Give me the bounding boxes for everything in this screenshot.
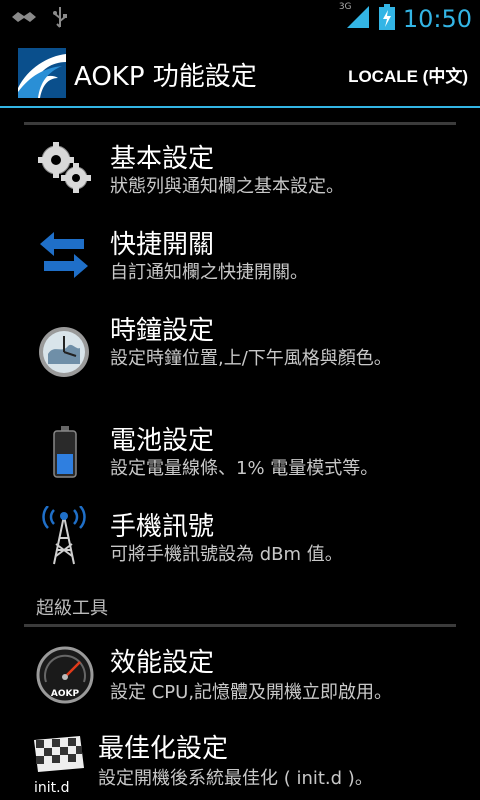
status-bar: 3G 10:50 bbox=[0, 0, 480, 38]
item-title: 電池設定 bbox=[110, 426, 215, 456]
item-title: 基本設定 bbox=[110, 144, 215, 174]
item-summary: 設定 CPU,記憶體及開機立即啟用。 bbox=[110, 682, 393, 703]
speedometer-icon: AOKP bbox=[36, 646, 94, 704]
aokp-wave-logo-icon[interactable] bbox=[18, 48, 66, 98]
item-title: 效能設定 bbox=[110, 648, 215, 678]
toggle-arrows-icon bbox=[36, 226, 92, 282]
setting-item-optimization[interactable]: init.d 最佳化設定 設定開機後系統最佳化 ( init.d )。 bbox=[0, 724, 480, 800]
item-summary: 可將手機訊號設為 dBm 值。 bbox=[110, 544, 343, 565]
section-header-super-tools: 超級工具 bbox=[36, 598, 108, 619]
app-title: AOKP 功能設定 bbox=[74, 62, 257, 92]
clock: 10:50 bbox=[402, 5, 472, 33]
section-divider bbox=[24, 624, 456, 627]
setting-item-toggles[interactable]: 快捷開關 自訂通知欄之快捷開關。 bbox=[0, 220, 480, 300]
setting-item-signal[interactable]: 手機訊號 可將手機訊號設為 dBm 值。 bbox=[0, 502, 480, 582]
network-type: 3G bbox=[338, 2, 352, 12]
speedometer-badge: AOKP bbox=[51, 689, 80, 699]
item-title: 最佳化設定 bbox=[98, 734, 229, 764]
usb-icon bbox=[52, 6, 68, 32]
setting-item-battery[interactable]: 電池設定 設定電量線條、1% 電量模式等。 bbox=[0, 416, 480, 496]
clock-icon bbox=[36, 324, 92, 380]
flag-badge: init.d bbox=[34, 780, 69, 796]
action-bar-divider bbox=[0, 106, 480, 108]
item-summary: 設定開機後系統最佳化 ( init.d )。 bbox=[98, 768, 373, 789]
item-summary: 設定電量線條、1% 電量模式等。 bbox=[110, 458, 379, 479]
setting-item-performance[interactable]: AOKP 效能設定 設定 CPU,記憶體及開機立即啟用。 bbox=[0, 638, 480, 724]
action-bar: AOKP 功能設定 LOCALE (中文) bbox=[0, 38, 480, 108]
battery-charging-icon bbox=[378, 4, 395, 34]
setting-item-basic[interactable]: 基本設定 狀態列與通知欄之基本設定。 bbox=[0, 134, 480, 214]
item-summary: 狀態列與通知欄之基本設定。 bbox=[110, 176, 344, 197]
signal-tower-icon bbox=[36, 505, 92, 565]
setting-item-clock[interactable]: 時鐘設定 設定時鐘位置,上/下午風格與顏色。 bbox=[0, 306, 480, 406]
item-summary: 設定時鐘位置,上/下午風格與顏色。 bbox=[110, 348, 392, 369]
handshake-icon bbox=[10, 7, 38, 31]
item-title: 手機訊號 bbox=[110, 512, 215, 542]
gears-icon bbox=[36, 140, 92, 196]
checkered-flag-icon: init.d bbox=[30, 732, 92, 796]
item-title: 時鐘設定 bbox=[110, 316, 215, 346]
locale-button[interactable]: LOCALE (中文) bbox=[348, 62, 468, 87]
item-title: 快捷開關 bbox=[110, 230, 215, 260]
item-summary: 自訂通知欄之快捷開關。 bbox=[110, 262, 308, 283]
battery-icon bbox=[36, 424, 92, 480]
top-divider bbox=[24, 122, 456, 125]
signal-icon: 3G bbox=[339, 2, 371, 34]
